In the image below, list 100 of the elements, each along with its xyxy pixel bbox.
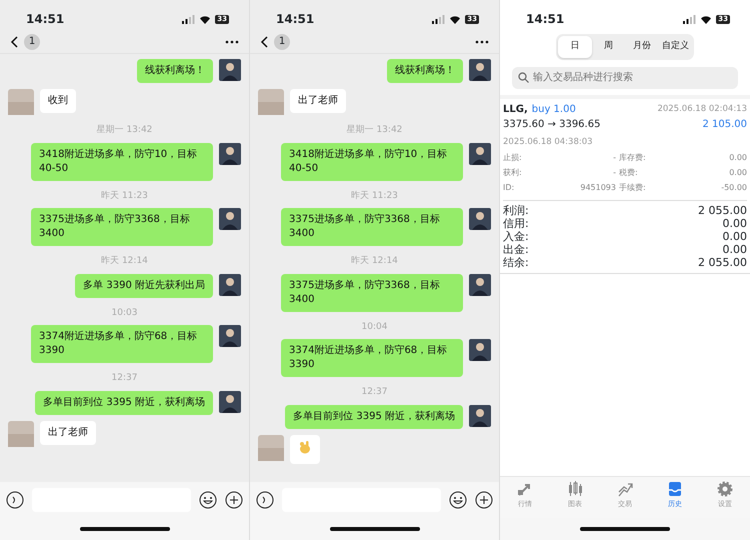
deal-profit: 2 105.00 — [702, 118, 747, 132]
detail-value: -50.00 — [720, 182, 747, 194]
candlestick-icon — [567, 481, 583, 497]
chat-bubble: 3418附近进场多单，防守10，目标40-50 — [281, 142, 463, 180]
detail-value: - — [612, 152, 617, 164]
summary-value: 0.00 — [722, 217, 747, 230]
settings-icon — [717, 481, 733, 497]
unread-count: 1 — [24, 34, 40, 50]
avatar-icon — [219, 325, 241, 347]
detail-label: 税费: — [619, 167, 639, 180]
period-tab[interactable]: 日 — [558, 36, 592, 58]
voice-icon[interactable] — [6, 491, 24, 509]
summary-label: 入金: — [503, 230, 529, 244]
avatar-icon — [469, 274, 491, 296]
plus-icon[interactable] — [225, 491, 243, 509]
summary-value: 2 055.00 — [698, 204, 747, 218]
summary-label: 出金: — [503, 243, 529, 256]
search-input[interactable]: 输入交易品种进行搜索 — [533, 70, 732, 85]
period-tab[interactable]: 周 — [592, 36, 625, 58]
chat-bubble: 多单目前到位 3395 附近，获利离场 — [285, 404, 463, 428]
avatar-icon — [219, 142, 241, 164]
message-time: 昨天 11:23 — [350, 190, 399, 202]
deal-side: buy 1.00 — [532, 102, 576, 116]
chat-bubble: 线获利离场！ — [137, 59, 213, 83]
avatar-icon — [469, 404, 491, 426]
avatar-icon — [469, 208, 491, 230]
unread-count: 1 — [274, 34, 290, 50]
search-icon — [518, 72, 529, 83]
period-tab[interactable]: 自定义 — [658, 36, 692, 58]
deal-symbol: LLG, — [503, 102, 528, 116]
summary-label: 信用: — [503, 217, 529, 230]
chat-bubble: 3375进场多单，防守3368，目标3400 — [31, 208, 213, 246]
chat-bubble: 出了老师 — [40, 420, 96, 444]
detail-value: - — [612, 167, 617, 180]
avatar-icon — [219, 390, 241, 412]
arrow-icon — [517, 481, 533, 497]
chat-bubble: 3375进场多单，防守3368，目标3400 — [281, 208, 463, 246]
avatar-icon — [469, 59, 491, 81]
signal-icon — [432, 14, 446, 24]
wifi-icon — [199, 14, 212, 24]
voice-icon[interactable] — [256, 491, 274, 509]
open-time: 2025.06.18 02:04:13 — [657, 102, 747, 116]
back-icon[interactable] — [260, 36, 268, 48]
avatar-icon — [8, 420, 34, 446]
back-icon[interactable] — [10, 36, 18, 48]
chat-bubble: 收到 — [40, 89, 76, 113]
summary-value: 2 055.00 — [698, 256, 747, 270]
more-icon[interactable] — [475, 40, 489, 44]
close-time: 2025.06.18 04:38:03 — [503, 136, 594, 148]
search-field[interactable]: 输入交易品种进行搜索 — [512, 66, 738, 88]
avatar-icon — [258, 89, 284, 115]
message-time: 10:04 — [360, 320, 388, 334]
chat-bubble: 3374附近进场多单，防守68，目标3390 — [281, 339, 463, 377]
summary-value: 0.00 — [722, 243, 747, 256]
detail-value: 9451093 — [579, 182, 617, 194]
hand-icon — [298, 440, 312, 454]
avatar-icon — [469, 339, 491, 361]
emoji-icon[interactable] — [199, 491, 217, 509]
summary-label: 结余: — [503, 256, 529, 270]
chat-bubble: 3375进场多单，防守3368，目标3400 — [281, 274, 463, 312]
summary-value: 0.00 — [722, 230, 747, 244]
summary-label: 利润: — [503, 204, 529, 218]
signal-icon — [182, 14, 196, 24]
status-time: 14:51 — [526, 11, 564, 28]
status-time: 14:51 — [26, 11, 64, 28]
detail-label: 止损: — [503, 152, 523, 164]
emoji-icon[interactable] — [449, 491, 467, 509]
message-time: 10:03 — [110, 306, 138, 320]
chat-bubble: 多单 3390 附近先获利出局 — [75, 274, 213, 298]
detail-label: 库存费: — [619, 152, 647, 164]
detail-label: 手续费: — [619, 182, 647, 194]
deal-prices: 3375.60 → 3396.65 — [503, 118, 600, 132]
chat-bubble: 出了老师 — [290, 89, 346, 113]
chat-bubble: 3418附近进场多单，防守10，目标40-50 — [31, 142, 213, 180]
chat-bubble: 3374附近进场多单，防守68，目标3390 — [31, 325, 213, 363]
avatar-icon — [219, 59, 241, 81]
detail-label: 获利: — [503, 167, 523, 180]
signal-icon — [683, 14, 696, 24]
wifi-icon — [700, 14, 712, 24]
message-time: 12:37 — [110, 372, 138, 385]
plus-icon[interactable] — [475, 491, 493, 509]
avatar-icon — [219, 208, 241, 230]
chat-bubble: 多单目前到位 3395 附近，获利离场 — [35, 390, 213, 414]
detail-value: 0.00 — [728, 152, 747, 164]
avatar-icon — [258, 434, 284, 460]
more-icon[interactable] — [225, 40, 239, 44]
status-time: 14:51 — [276, 11, 314, 28]
trend-icon — [617, 481, 633, 497]
avatar-icon — [469, 142, 491, 164]
period-tab[interactable]: 月份 — [625, 36, 658, 58]
message-time: 昨天 11:23 — [100, 190, 149, 202]
chat-bubble: 线获利离场！ — [387, 59, 463, 83]
avatar-icon — [8, 89, 34, 115]
message-time: 12:37 — [360, 386, 388, 399]
message-time: 昨天 12:14 — [350, 255, 399, 268]
inbox-icon — [667, 481, 683, 497]
detail-label: ID: — [503, 182, 516, 194]
detail-value: 0.00 — [728, 167, 747, 180]
avatar-icon — [219, 274, 241, 296]
message-time: 昨天 12:14 — [100, 255, 149, 268]
